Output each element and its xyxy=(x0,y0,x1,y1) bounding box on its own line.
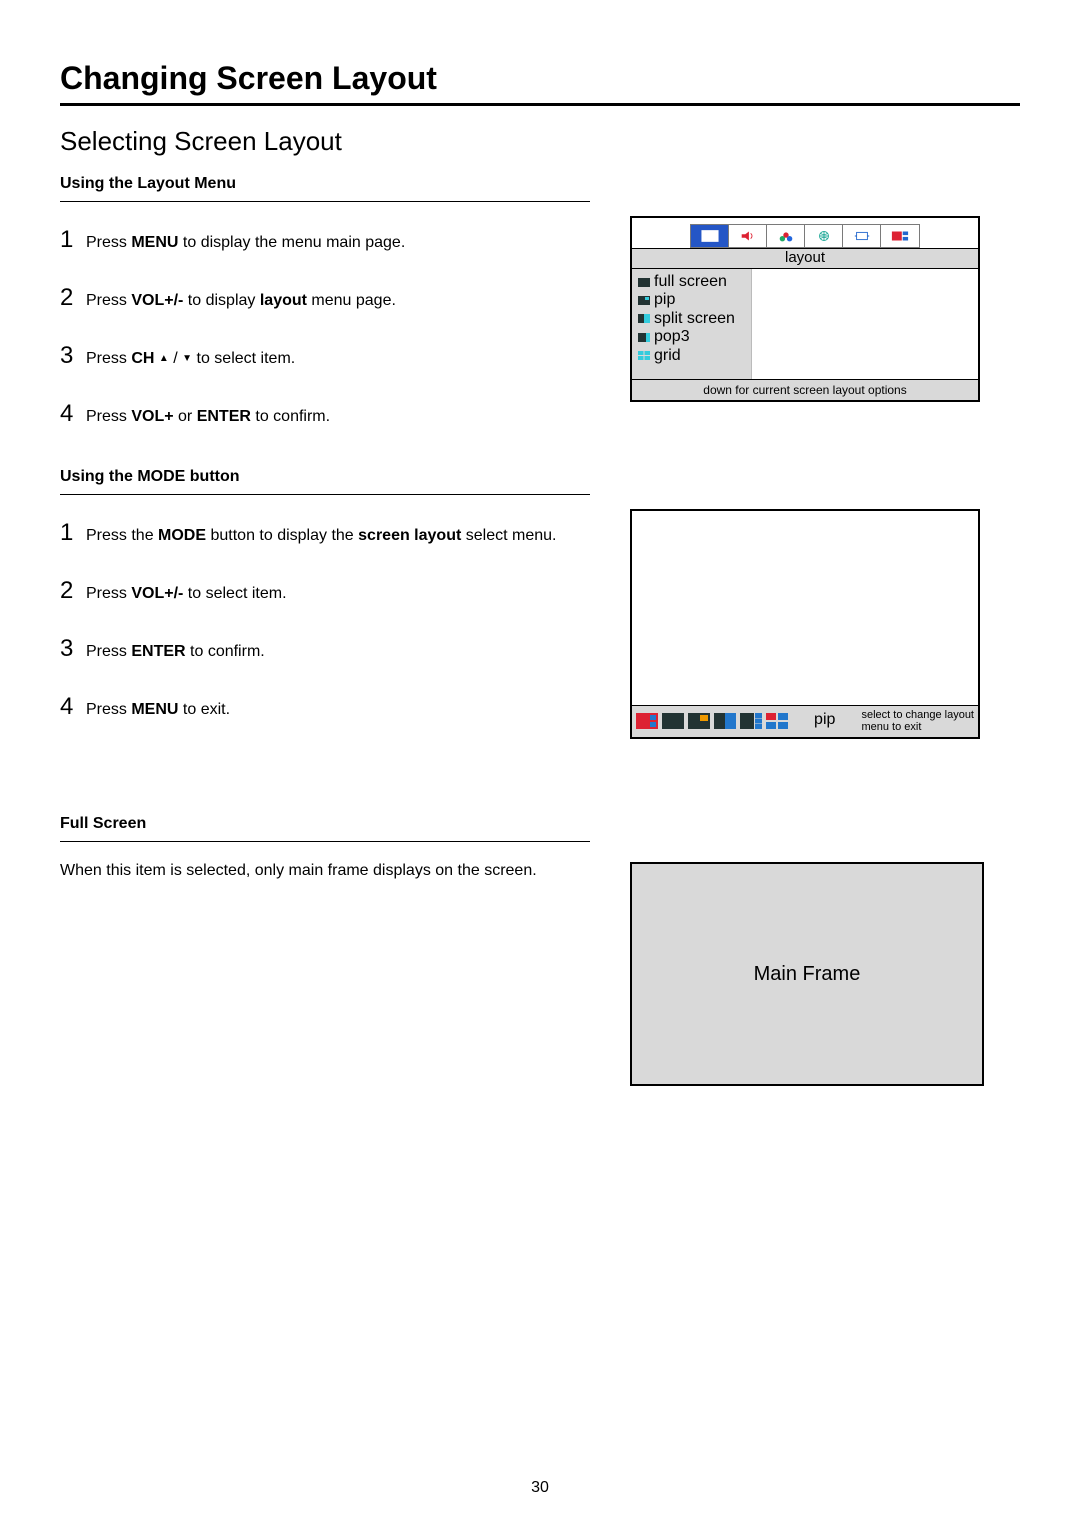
osd-item-pip: pip xyxy=(638,291,745,309)
rule-thin xyxy=(60,494,590,495)
step-number: 4 xyxy=(60,693,86,721)
osd-tab-picture-icon xyxy=(691,225,729,247)
osd-tab-sound-icon xyxy=(729,225,767,247)
layout-split-icon xyxy=(714,713,736,729)
full-screen-description: When this item is selected, only main fr… xyxy=(60,862,600,880)
step-text: Press MENU to exit. xyxy=(86,701,230,719)
step-text: Press MENU to display the menu main page… xyxy=(86,234,405,252)
step-number: 3 xyxy=(60,342,86,370)
layout-full-icon xyxy=(636,713,658,729)
osd-tab-layout-icon xyxy=(881,225,919,247)
step: 1 Press MENU to display the menu main pa… xyxy=(60,226,600,254)
layout-full2-icon xyxy=(662,713,684,729)
step: 4 Press VOL+ or ENTER to confirm. xyxy=(60,400,600,428)
subheading-layout-menu: Using the Layout Menu xyxy=(60,175,1020,193)
steps-mode-button: 1 Press the MODE button to display the s… xyxy=(60,519,600,721)
rule-thick xyxy=(60,103,1020,106)
step-text: Press VOL+/- to select item. xyxy=(86,585,287,603)
layout-grid-icon xyxy=(766,713,788,729)
page-number: 30 xyxy=(0,1479,1080,1497)
arrow-down-icon: ▼ xyxy=(182,354,192,364)
full-screen-diagram: Main Frame xyxy=(630,862,984,1086)
osd-tab-aspect-icon xyxy=(843,225,881,247)
step: 3 Press CH ▲ / ▼ to select item. xyxy=(60,342,600,370)
steps-layout-menu: 1 Press MENU to display the menu main pa… xyxy=(60,226,600,428)
step: 1 Press the MODE button to display the s… xyxy=(60,519,600,547)
osd-layout-menu: layout full screen pip split screen pop3… xyxy=(630,216,980,402)
step: 2 Press VOL+/- to display layout menu pa… xyxy=(60,284,600,312)
layout-pop3-icon xyxy=(740,713,762,729)
step-text: Press ENTER to confirm. xyxy=(86,643,265,661)
osd-item-split-screen: split screen xyxy=(638,310,745,328)
step-number: 1 xyxy=(60,519,86,547)
rule-thin xyxy=(60,841,590,842)
main-frame-label: Main Frame xyxy=(754,963,861,986)
osd-item-pop3: pop3 xyxy=(638,328,745,346)
mode-select-preview: pip select to change layout menu to exit xyxy=(630,509,980,739)
osd-item-grid: grid xyxy=(638,347,745,365)
layout-pip-icon xyxy=(688,713,710,729)
arrow-up-icon: ▲ xyxy=(159,354,169,364)
osd-tab-setup-icon xyxy=(767,225,805,247)
osd-tab-row xyxy=(632,218,978,249)
step: 2 Press VOL+/- to select item. xyxy=(60,577,600,605)
page-title: Changing Screen Layout xyxy=(60,60,1020,97)
step: 4 Press MENU to exit. xyxy=(60,693,600,721)
step: 3 Press ENTER to confirm. xyxy=(60,635,600,663)
osd-tab-label: layout xyxy=(632,249,978,269)
osd-layout-options: full screen pip split screen pop3 grid xyxy=(632,269,752,379)
osd-footer-hint: down for current screen layout options xyxy=(632,379,978,400)
mode-strip-hint: select to change layout menu to exit xyxy=(861,709,974,733)
step-text: Press the MODE button to display the scr… xyxy=(86,527,556,545)
mode-strip-caption: pip xyxy=(788,711,861,729)
step-text: Press VOL+/- to display layout menu page… xyxy=(86,292,396,310)
osd-item-full-screen: full screen xyxy=(638,273,745,291)
section-title: Selecting Screen Layout xyxy=(60,126,1020,157)
step-text: Press CH ▲ / ▼ to select item. xyxy=(86,350,295,368)
step-number: 4 xyxy=(60,400,86,428)
osd-tab-globe-icon xyxy=(805,225,843,247)
rule-thin xyxy=(60,201,590,202)
step-number: 1 xyxy=(60,226,86,254)
mode-strip: pip select to change layout menu to exit xyxy=(632,705,978,737)
step-text: Press VOL+ or ENTER to confirm. xyxy=(86,408,330,426)
step-number: 2 xyxy=(60,284,86,312)
step-number: 2 xyxy=(60,577,86,605)
step-number: 3 xyxy=(60,635,86,663)
subheading-mode-button: Using the MODE button xyxy=(60,468,1020,486)
subheading-full-screen: Full Screen xyxy=(60,815,1020,833)
